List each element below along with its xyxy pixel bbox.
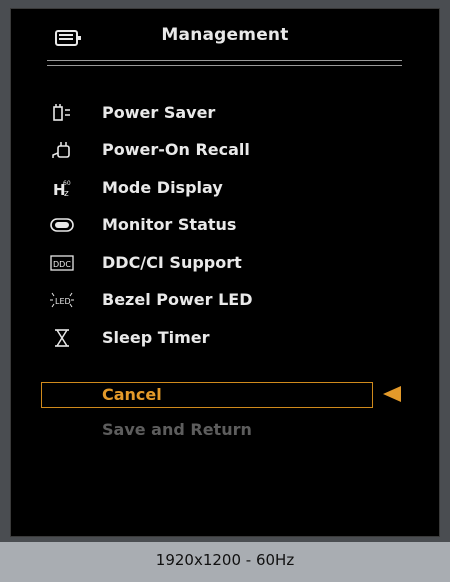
resolution-status: 1920x1200 - 60Hz bbox=[155, 551, 295, 569]
menu-item-mode-display[interactable]: H 60 z Mode Display bbox=[11, 174, 439, 202]
ddc-ci-icon: DDC bbox=[50, 255, 74, 271]
monitor-status-icon bbox=[50, 218, 74, 232]
menu-item-monitor-status[interactable]: Monitor Status bbox=[11, 211, 439, 239]
mode-display-icon: H 60 z bbox=[53, 180, 71, 199]
menu-item-label: Bezel Power LED bbox=[102, 290, 253, 309]
menu-item-label: Mode Display bbox=[102, 178, 223, 197]
bezel-led-icon: LED bbox=[50, 292, 74, 308]
power-on-recall-icon bbox=[52, 142, 70, 158]
menu-item-label: Monitor Status bbox=[102, 215, 237, 234]
title-divider bbox=[47, 60, 402, 66]
menu-item-bezel-power-led[interactable]: LED Bezel Power LED bbox=[11, 286, 439, 314]
svg-text:60: 60 bbox=[63, 180, 71, 187]
sleep-timer-icon bbox=[55, 329, 69, 347]
menu-item-label: Power-On Recall bbox=[102, 140, 250, 159]
menu-title: Management bbox=[161, 25, 289, 45]
svg-text:z: z bbox=[64, 189, 69, 199]
menu-item-label: DDC/CI Support bbox=[102, 253, 242, 272]
save-and-return-button[interactable]: Save and Return bbox=[102, 420, 252, 439]
menu-item-ddc-ci-support[interactable]: DDC DDC/CI Support bbox=[11, 249, 439, 277]
cancel-button[interactable]: Cancel bbox=[41, 382, 373, 408]
menu-item-label: Power Saver bbox=[102, 103, 216, 122]
svg-text:DDC: DDC bbox=[53, 260, 71, 269]
svg-text:LED: LED bbox=[55, 297, 71, 306]
power-saver-icon bbox=[53, 104, 70, 121]
cancel-label: Cancel bbox=[102, 385, 162, 404]
menu-item-power-saver[interactable]: Power Saver bbox=[11, 99, 439, 127]
selection-arrow-icon bbox=[383, 386, 401, 402]
menu-item-sleep-timer[interactable]: Sleep Timer bbox=[11, 324, 439, 352]
osd-menu: Management Power Saver Power-On Recall H… bbox=[10, 8, 440, 537]
menu-item-power-on-recall[interactable]: Power-On Recall bbox=[11, 136, 439, 164]
menu-item-label: Sleep Timer bbox=[102, 328, 210, 347]
monitor-bezel: Management Power Saver Power-On Recall H… bbox=[0, 0, 450, 542]
